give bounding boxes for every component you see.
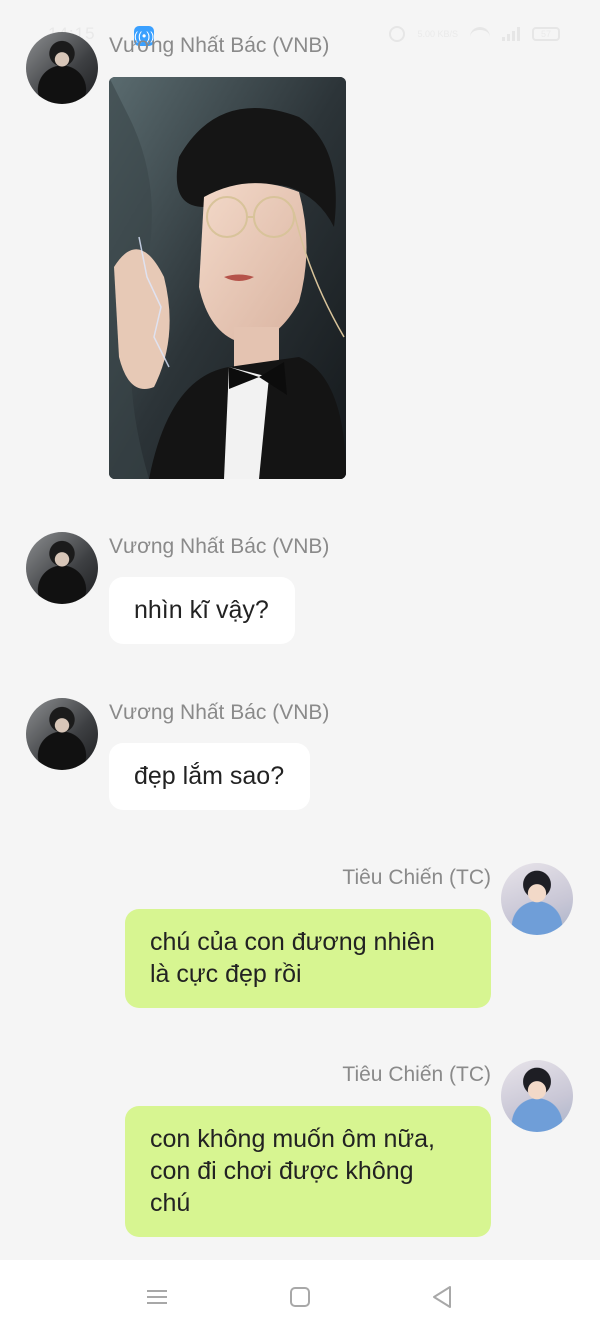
status-icons: 5.00 KB/S 57 bbox=[389, 26, 560, 42]
message-line: chú của con đương nhiên bbox=[150, 928, 435, 956]
message-bubble-outgoing[interactable]: chú của con đương nhiên là cực đẹp rồi bbox=[125, 909, 491, 1008]
message-bubble-outgoing[interactable]: con không muốn ôm nữa, con đi chơi được … bbox=[125, 1106, 491, 1237]
sender-name: Tiêu Chiến (TC) bbox=[342, 1063, 491, 1086]
sender-name: Vương Nhất Bác (VNB) bbox=[109, 701, 330, 724]
menu-icon[interactable] bbox=[142, 1282, 172, 1312]
sender-name: Vương Nhất Bác (VNB) bbox=[109, 34, 330, 57]
signal-icon bbox=[502, 27, 520, 41]
alarm-icon bbox=[389, 26, 406, 42]
back-triangle-icon[interactable] bbox=[427, 1282, 457, 1312]
message-line: chú bbox=[150, 1189, 191, 1217]
avatar-vnb[interactable] bbox=[26, 698, 98, 770]
avatar-tc[interactable] bbox=[501, 863, 573, 935]
battery-icon: 57 bbox=[532, 27, 560, 41]
avatar-tc[interactable] bbox=[501, 1060, 573, 1132]
sender-name: Tiêu Chiến (TC) bbox=[342, 866, 491, 889]
avatar-vnb[interactable] bbox=[26, 32, 98, 104]
sender-name: Vương Nhất Bác (VNB) bbox=[109, 535, 330, 558]
navigation-bar bbox=[0, 1260, 600, 1333]
home-square-icon[interactable] bbox=[285, 1282, 315, 1312]
message-bubble-incoming[interactable]: nhìn kĩ vậy? bbox=[109, 577, 295, 644]
message-bubble-incoming[interactable]: đẹp lắm sao? bbox=[109, 743, 311, 810]
avatar-vnb[interactable] bbox=[26, 532, 98, 604]
photo-man-with-glasses bbox=[109, 77, 346, 479]
wifi-icon bbox=[470, 27, 490, 41]
photo-message[interactable] bbox=[109, 77, 346, 479]
message-line: là cực đẹp rồi bbox=[150, 960, 302, 988]
message-line: con không muốn ôm nữa, bbox=[150, 1125, 435, 1153]
net-speed: 5.00 KB/S bbox=[417, 28, 458, 39]
message-line: con đi chơi được không bbox=[150, 1157, 414, 1185]
